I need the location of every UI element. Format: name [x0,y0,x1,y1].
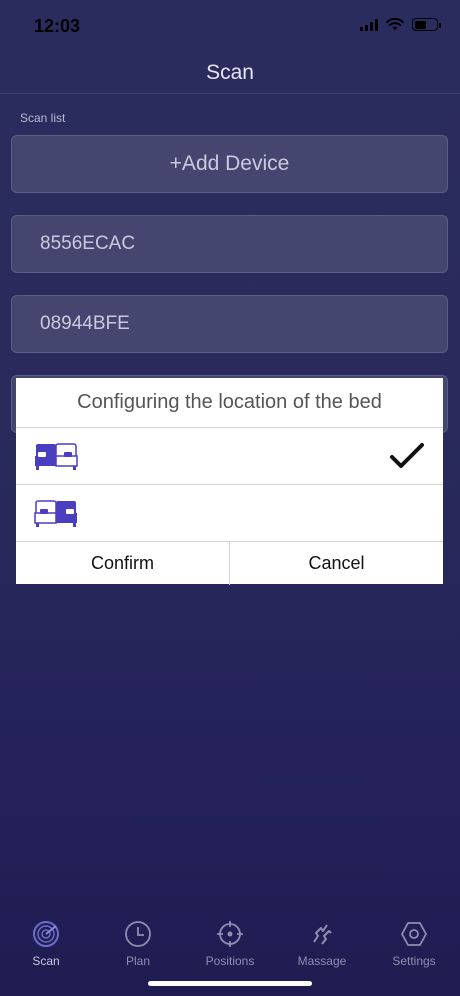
bed-option-right[interactable] [16,485,443,542]
tab-label: Positions [205,954,255,968]
battery-icon [412,18,441,31]
tab-label: Massage [297,954,347,968]
confirm-button[interactable]: Confirm [16,542,229,585]
tab-label: Settings [392,954,436,968]
bed-left-side-icon [35,443,78,470]
tab-plan[interactable]: Plan [92,920,184,976]
bed-right-side-icon [34,500,77,527]
bed-option-left[interactable] [16,428,443,485]
dialog-buttons: Confirm Cancel [16,542,443,585]
device-item[interactable]: 08944BFE [11,295,448,353]
cancel-button[interactable]: Cancel [229,542,443,585]
wifi-icon [386,18,404,31]
radar-icon [33,921,59,947]
page-title: Scan [206,60,254,84]
battery-level [414,20,427,29]
device-id: 08944BFE [40,313,130,334]
tab-label: Plan [125,954,151,968]
add-device-button[interactable]: +Add Device [11,135,448,193]
nav-bar: Scan [0,52,460,94]
tab-massage[interactable]: Massage [276,920,368,976]
add-device-label: +Add Device [169,152,290,175]
device-id: 8556ECAC [40,233,136,254]
tab-bar: Scan Plan Positions Massage Settings [0,920,460,976]
tab-settings[interactable]: Settings [368,920,460,976]
checkmark-icon [390,443,424,468]
cellular-signal-icon [360,18,378,31]
crosshair-icon [217,921,243,947]
status-icons [360,18,441,31]
scan-list-label: Scan list [20,111,66,125]
clock-icon [125,921,151,947]
bed-location-dialog: Configuring the location of the bed Conf… [16,378,443,585]
tab-label: Scan [32,954,60,968]
status-bar: 12:03 [0,0,460,52]
tab-scan[interactable]: Scan [0,920,92,976]
home-indicator[interactable] [148,981,312,986]
wave-icon [313,924,332,945]
device-item[interactable]: 8556ECAC [11,215,448,273]
tab-positions[interactable]: Positions [184,920,276,976]
dialog-title: Configuring the location of the bed [16,378,443,428]
status-time: 12:03 [34,16,81,36]
hexagon-settings-icon [401,922,427,946]
